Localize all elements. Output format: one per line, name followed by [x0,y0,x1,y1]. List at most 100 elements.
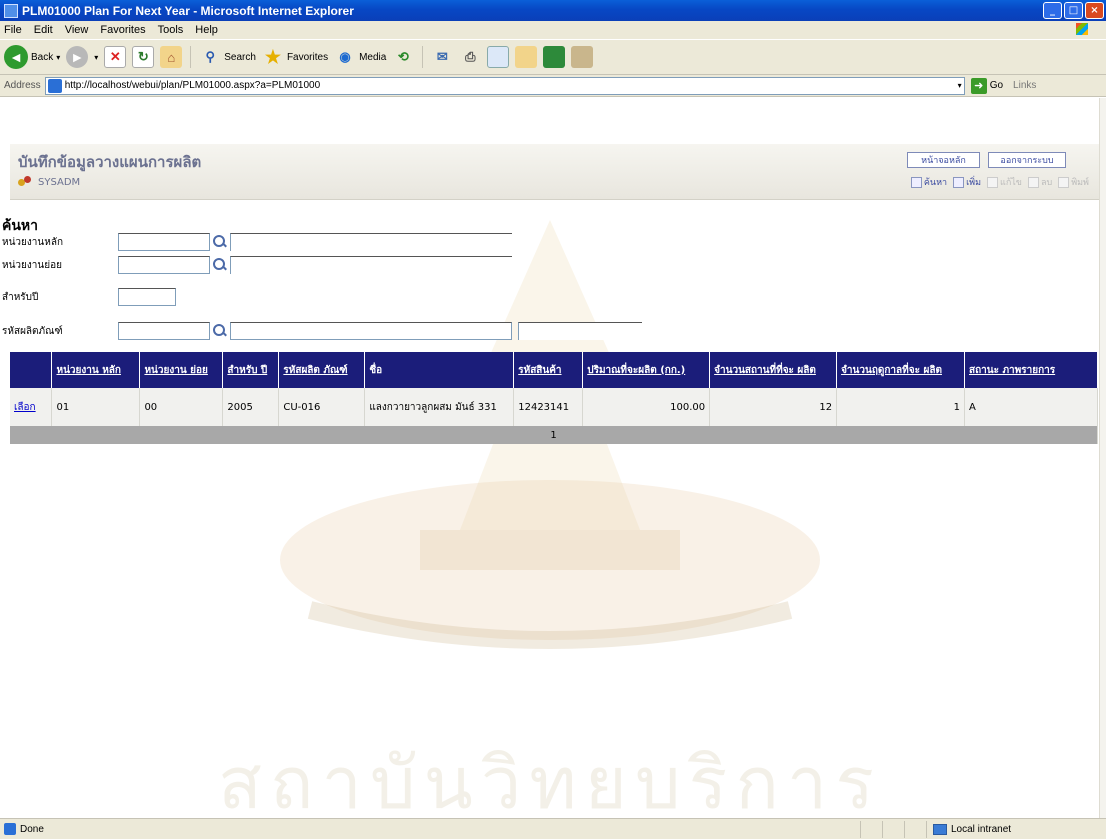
column-header[interactable]: รหัสสินค้า [513,352,584,388]
forward-icon[interactable]: ► [66,46,89,68]
status-bar: Done Local intranet [0,818,1106,839]
column-header[interactable]: ชื่อ [364,352,515,388]
dropdown-icon[interactable]: ▾ [56,53,60,62]
edit-tool-label: แก้ไข [1000,178,1022,188]
product-code-lookup-icon[interactable] [212,323,228,339]
users-icon [18,176,34,188]
minimize-button[interactable]: _ [1043,2,1062,19]
favorites-label: Favorites [286,51,329,63]
pager-row: 1 [10,426,1098,444]
status-text: Done [20,823,44,835]
window-titlebar: PLM01000 Plan For Next Year - Microsoft … [0,0,1106,21]
forward-dropdown-icon[interactable]: ▾ [94,53,98,62]
favorites-button[interactable]: ★ Favorites [262,46,328,68]
back-button[interactable]: ◄ Back ▾ [4,45,60,69]
edit-tool-icon [987,176,999,188]
history-icon[interactable]: ⟲ [392,46,414,68]
intranet-zone-icon [933,823,947,835]
search-button[interactable]: ⚲ Search [199,46,256,68]
links-button[interactable]: Links [1013,80,1036,91]
menu-tools[interactable]: Tools [158,24,184,36]
main-unit-code-input[interactable] [118,233,210,251]
address-url: http://localhost/webui/plan/PLM01000.asp… [64,80,321,91]
product-extra-input[interactable] [518,322,642,340]
menu-edit[interactable]: Edit [34,24,53,36]
media-icon: ◉ [339,49,351,64]
toolbar-separator [190,46,192,68]
address-bar: Address http://localhost/webui/plan/PLM0… [0,75,1106,97]
year-label: สำหรับปี [2,291,39,303]
main-unit-lookup-icon[interactable] [212,234,228,250]
select-row-link[interactable]: เลือก [10,388,53,426]
media-button[interactable]: ◉ Media [334,46,386,68]
zone-label: Local intranet [951,823,1012,835]
status-panel [860,820,882,838]
table-cell: 100.00 [582,388,711,426]
table-cell: 01 [51,388,141,426]
plan-table: หน่วยงาน หลัก หน่วยงาน ย่อย สำหรับ ปี รห… [10,352,1099,444]
messenger-icon[interactable] [543,46,566,68]
maximize-button[interactable]: □ [1064,2,1083,19]
browser-toolbar: ◄ Back ▾ ► ▾ ✕ ↻ ⌂ ⚲ Search ★ Favorites … [0,39,1106,75]
column-header[interactable]: รหัสผลิต ภัณฑ์ [278,352,366,388]
main-unit-name-input[interactable] [230,233,512,251]
home-page-button[interactable]: หน้าจอหลัก [907,152,980,168]
year-input[interactable] [118,288,176,306]
sub-unit-row: หน่วยงานย่อย [2,256,512,274]
column-header[interactable]: หน่วยงาน หลัก [51,352,141,388]
print-icon[interactable]: ⎙ [459,46,481,68]
add-tool-button[interactable]: เพิ่ม [953,175,981,189]
folder-icon[interactable] [515,46,538,68]
column-header[interactable]: สถานะ ภาพรายการ [964,352,1099,388]
menu-file[interactable]: File [4,24,22,36]
sub-unit-name-input[interactable] [230,256,512,274]
print-tool-label: พิมพ์ [1071,178,1089,188]
status-panel [904,820,926,838]
go-label: Go [989,80,1004,91]
delete-icon [1027,176,1039,188]
go-arrow-icon: ➜ [970,77,987,94]
go-button[interactable]: ➜ Go [970,77,1004,94]
home-icon[interactable]: ⌂ [160,46,183,68]
sub-unit-lookup-icon[interactable] [212,257,228,273]
menu-bar: File Edit View Favorites Tools Help [0,21,1106,39]
mail-icon[interactable]: ✉ [431,46,453,68]
user-info: SYSADM [18,176,80,188]
select-column-header [10,352,53,388]
address-input[interactable]: http://localhost/webui/plan/PLM01000.asp… [44,76,965,95]
logout-button[interactable]: ออกจากระบบ [988,152,1066,168]
research-icon[interactable] [571,46,594,68]
stop-icon[interactable]: ✕ [104,46,127,68]
table-cell: 12 [709,388,838,426]
year-row: สำหรับปี [2,288,176,306]
product-name-input[interactable] [230,322,512,340]
main-unit-label: หน่วยงานหลัก [2,236,64,248]
media-label: Media [359,51,387,63]
product-code-input[interactable] [118,322,210,340]
column-header[interactable]: จำนวนสถานที่ที่จะ ผลิต [709,352,838,388]
status-panel [882,820,904,838]
pager-page-link[interactable]: 1 [10,426,1098,444]
address-dropdown-icon[interactable]: ▾ [958,81,962,90]
column-header[interactable]: จำนวนฤดูกาลที่จะ ผลิต [836,352,965,388]
edit-icon[interactable] [487,46,510,68]
find-icon [910,176,922,188]
refresh-icon[interactable]: ↻ [132,46,155,68]
window-title: PLM01000 Plan For Next Year - Microsoft … [22,3,354,18]
page-title: บันทึกข้อมูลวางแผนการผลิต [18,153,202,171]
windows-logo-icon [1076,23,1088,35]
find-tool-button[interactable]: ค้นหา [910,175,947,189]
column-header[interactable]: หน่วยงาน ย่อย [139,352,224,388]
delete-tool-button: ลบ [1027,175,1052,189]
back-arrow-icon: ◄ [4,45,28,69]
vertical-scrollbar[interactable] [1099,98,1106,818]
table-cell: แลงกวายาวลูกผสม มันธ์ 331 [364,388,515,426]
sub-unit-code-input[interactable] [118,256,210,274]
column-header[interactable]: สำหรับ ปี [222,352,280,388]
column-header[interactable]: ปริมาณที่จะผลิต (กก.) [582,352,711,388]
menu-favorites[interactable]: Favorites [100,24,145,36]
close-button[interactable]: × [1085,2,1104,19]
main-unit-row: หน่วยงานหลัก [2,233,512,251]
menu-view[interactable]: View [65,24,89,36]
menu-help[interactable]: Help [195,24,218,36]
